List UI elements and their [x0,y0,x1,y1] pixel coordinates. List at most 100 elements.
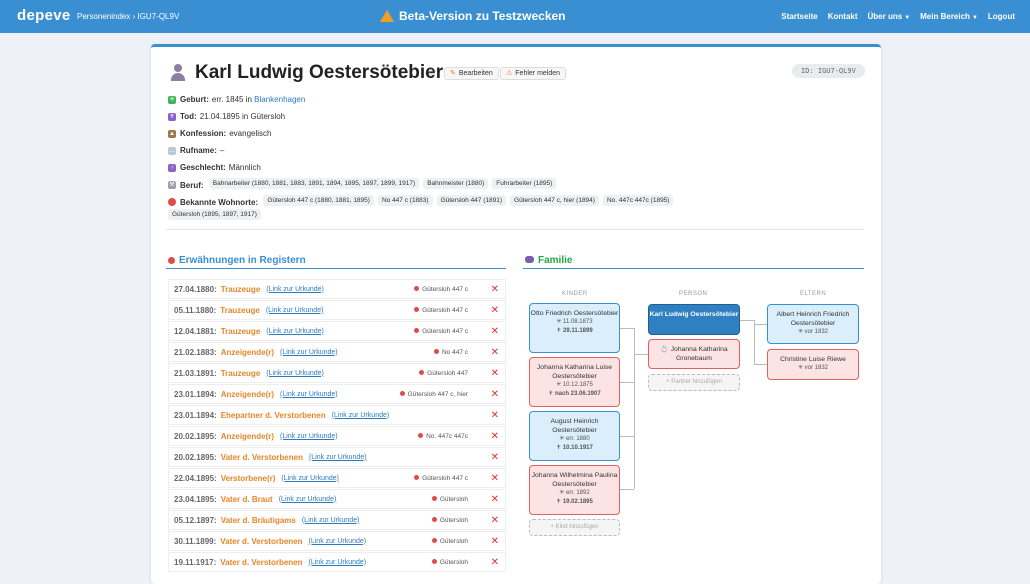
nav-logout[interactable]: Logout [988,12,1015,21]
mother-node[interactable]: Christine Luise Riewe ✳ vor 1832 [767,349,859,380]
document-link[interactable]: (Link zur Urkunde) [266,328,324,335]
child-node[interactable]: Johanna Wilhelmina Paulina Oestersötebie… [529,465,620,515]
remove-icon[interactable]: ✕ [491,494,499,505]
register-type: Verstorbene(r) [220,473,276,483]
connector-line [754,320,755,364]
register-row: 21.03.1891: Trauzeuge (Link zur Urkunde) Gü… [168,363,506,383]
location-pin-icon [168,198,176,206]
wohnort-tag: No. 447c 447c (1895) [602,195,674,206]
nav-kontakt[interactable]: Kontakt [828,12,858,21]
add-partner-button[interactable]: + Partner hinzufügen [648,374,740,391]
register-location: Gütersloh 447 c [414,285,468,293]
register-date: 23.01.1894: [174,410,217,420]
document-link[interactable]: (Link zur Urkunde) [309,538,367,545]
location-pin-icon [433,348,439,354]
favorite-star-icon[interactable]: ☆ [427,66,437,79]
column-header-kinder: KINDER [562,291,588,297]
register-date: 05.11.1880: [174,305,217,315]
location-pin-icon [418,432,424,438]
birth-icon: ✳ [168,95,176,104]
register-type: Anzeigende(r) [220,347,275,357]
fact-tod: ✝ Tod: 21.04.1895 in Gütersloh [168,112,286,121]
location-pin-icon [431,495,437,501]
person-icon [170,64,186,82]
location-pin-icon [414,285,420,291]
beruf-tag: Bahnarbeiter (1880, 1881, 1883, 1891, 18… [208,178,420,189]
document-link[interactable]: (Link zur Urkunde) [266,370,324,377]
column-header-eltern: ELTERN [800,291,827,297]
document-link[interactable]: (Link zur Urkunde) [266,307,324,314]
remove-icon[interactable]: ✕ [491,515,499,526]
report-error-button[interactable]: ⚠ Fehler melden [500,67,567,80]
nav-mein-bereich[interactable]: Mein Bereich ▼ [920,12,978,21]
remove-icon[interactable]: ✕ [491,389,499,400]
wohnort-tag: Gütersloh 447 c, hier (1894) [510,195,599,206]
birthplace-link[interactable]: Blankenhagen [254,95,305,104]
remove-icon[interactable]: ✕ [491,431,499,442]
fact-rufname: … Rufname: – [168,146,225,155]
hammer-icon: ⚒ [168,181,176,189]
warning-icon [380,10,394,22]
register-date: 21.03.1891: [174,368,217,378]
connector-line [620,382,634,383]
wohnort-tag: Gütersloh 447 c (1880, 1881, 1895) [263,195,374,206]
nav-startseite[interactable]: Startseite [781,12,817,21]
partner-node[interactable]: 💍 Johanna Katharina Gronebaum [648,339,740,369]
remove-icon[interactable]: ✕ [491,284,499,295]
self-node[interactable]: Karl Ludwig Oestersötebier [648,304,740,335]
brand-logo[interactable]: depeve [17,7,71,24]
register-type: Ehepartner d. Verstorbenen [220,410,326,420]
top-navbar: depeve Personenindex › IGU7-QL9V Beta-Ve… [0,0,1030,33]
remove-icon[interactable]: ✕ [491,305,499,316]
register-row: 22.04.1895: Verstorbene(r) (Link zur Urkun… [168,468,506,488]
location-pin-icon [414,306,420,312]
connector-line [754,364,767,365]
document-link[interactable]: (Link zur Urkunde) [280,391,338,398]
father-node[interactable]: Albert Heinrich Friedrich Oestersötebier… [767,304,859,344]
register-row: 21.02.1883: Anzeigende(r) (Link zur Urkund… [168,342,506,362]
remove-icon[interactable]: ✕ [491,347,499,358]
location-pin-icon [414,474,420,480]
connector-line [620,328,634,329]
register-location: Gütersloh [431,516,468,524]
nav-ueber-uns[interactable]: Über uns ▼ [868,12,911,21]
remove-icon[interactable]: ✕ [491,557,499,568]
id-badge: ID: IGU7-QL9V [792,64,865,78]
connector-line [754,324,767,325]
section-divider [166,229,864,230]
register-type: Anzeigende(r) [220,431,275,441]
document-link[interactable]: (Link zur Urkunde) [281,475,339,482]
register-row: 23.01.1894: Anzeigende(r) (Link zur Urkund… [168,384,506,404]
document-link[interactable]: (Link zur Urkunde) [309,559,367,566]
register-type: Anzeigende(r) [220,389,275,399]
remove-icon[interactable]: ✕ [491,536,499,547]
register-location: No 447 c [433,348,468,356]
document-link[interactable]: (Link zur Urkunde) [279,496,337,503]
document-link[interactable]: (Link zur Urkunde) [266,286,324,293]
chevron-down-icon: ▼ [904,15,911,21]
document-link[interactable]: (Link zur Urkunde) [280,433,338,440]
document-link[interactable]: (Link zur Urkunde) [302,517,360,524]
register-date: 20.02.1895: [174,431,217,441]
remove-icon[interactable]: ✕ [491,326,499,337]
breadcrumb[interactable]: Personenindex › IGU7-QL9V [77,12,179,21]
beruf-tag: Bahnmeister (1880) [423,178,489,189]
remove-icon[interactable]: ✕ [491,410,499,421]
document-link[interactable]: (Link zur Urkunde) [280,349,338,356]
document-link[interactable]: (Link zur Urkunde) [309,454,367,461]
register-location: Gütersloh 447 c [414,327,468,335]
connector-line [620,489,634,490]
child-node[interactable]: Johanna Katharina Luise Oestersötebier ✳… [529,357,620,407]
register-location: Gütersloh 447 c, hier [399,390,468,398]
fact-wohnorte: Bekannte Wohnorte: Gütersloh 447 c (1880… [168,195,768,223]
document-link[interactable]: (Link zur Urkunde) [332,412,390,419]
register-type: Trauzeuge [220,368,261,378]
remove-icon[interactable]: ✕ [491,452,499,463]
remove-icon[interactable]: ✕ [491,368,499,379]
child-node[interactable]: Otto Friedrich Oestersötebier ✳ 11.08.18… [529,303,620,353]
add-child-button[interactable]: + Kind hinzufügen [529,519,620,536]
remove-icon[interactable]: ✕ [491,473,499,484]
main-nav: Startseite Kontakt Über uns ▼ Mein Bereic… [781,12,1015,21]
edit-button[interactable]: ✎ Bearbeiten [444,67,499,80]
child-node[interactable]: August Heinrich Oestersötebier ✳ err. 18… [529,411,620,461]
